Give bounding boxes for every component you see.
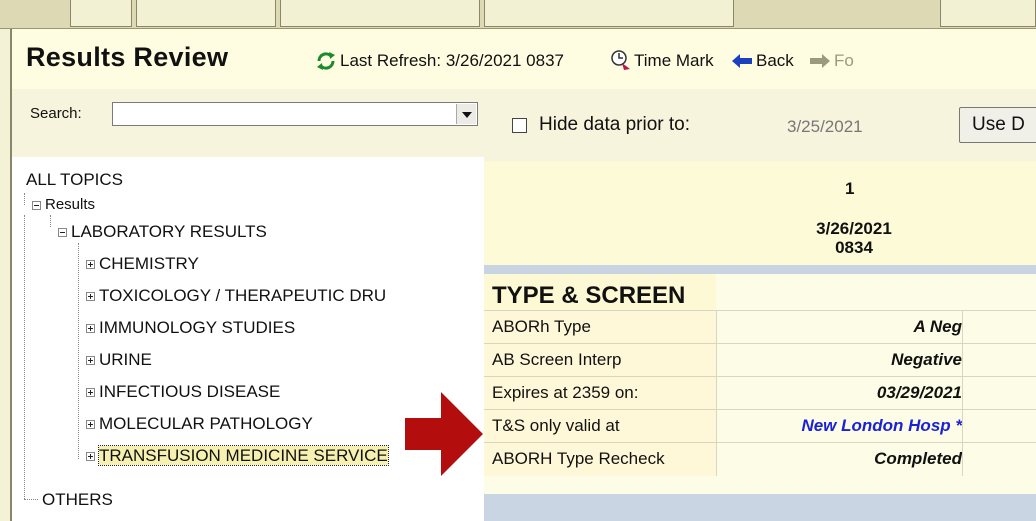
row-value[interactable]: Completed xyxy=(716,443,962,476)
row-label: ABORH Type Recheck xyxy=(484,443,716,476)
row-label: ABORh Type xyxy=(484,311,716,344)
tree-node-molecular-pathology[interactable]: MOLECULAR PATHOLOGY xyxy=(86,413,313,435)
collapse-icon[interactable] xyxy=(58,228,67,238)
header-divider xyxy=(484,265,1036,274)
tree-node-others[interactable]: OTHERS xyxy=(42,489,113,511)
column-time: 0834 xyxy=(835,238,873,257)
forward-arrow-icon[interactable] xyxy=(810,54,830,73)
expand-icon[interactable] xyxy=(86,420,95,430)
results-table: TYPE & SCREEN ABORh Type A Neg AB Screen… xyxy=(484,274,1036,509)
top-tab[interactable] xyxy=(940,0,1036,27)
tree-connector xyxy=(78,243,79,459)
table-row[interactable]: T&S only valid at New London Hosp * xyxy=(484,409,1036,443)
results-grid-pane: Hide data prior to: 3/25/2021 Use D 1 3/… xyxy=(484,89,1036,521)
hide-data-checkbox[interactable] xyxy=(512,118,527,133)
row-filler xyxy=(962,311,1036,344)
search-row: Search: xyxy=(12,89,486,157)
expand-icon[interactable] xyxy=(86,324,95,334)
tree-connector xyxy=(50,215,51,227)
filter-row: Hide data prior to: 3/25/2021 Use D xyxy=(484,89,1036,161)
row-value[interactable]: Negative xyxy=(716,344,962,377)
page-title: Results Review xyxy=(26,42,229,72)
search-dropdown-button[interactable] xyxy=(456,104,476,124)
tree-node-urine[interactable]: URINE xyxy=(86,349,152,371)
column-date: 3/26/2021 xyxy=(816,219,892,238)
section-title-filler xyxy=(716,274,1036,310)
collapse-icon[interactable] xyxy=(32,200,41,210)
row-filler xyxy=(962,410,1036,443)
tree-node-toxicology[interactable]: TOXICOLOGY / THERAPEUTIC DRU xyxy=(86,285,386,307)
tree-node-laboratory-results[interactable]: LABORATORY RESULTS xyxy=(58,221,267,243)
hide-data-date[interactable]: 3/25/2021 xyxy=(787,117,863,137)
refresh-icon[interactable] xyxy=(315,50,337,77)
expand-icon[interactable] xyxy=(86,292,95,302)
tree-connector xyxy=(24,215,25,499)
table-row[interactable]: Expires at 2359 on: 03/29/2021 xyxy=(484,376,1036,410)
row-value[interactable]: A Neg xyxy=(716,311,962,344)
tree-node-results[interactable]: Results xyxy=(32,194,95,216)
table-row[interactable]: AB Screen Interp Negative xyxy=(484,343,1036,377)
top-tab[interactable] xyxy=(484,0,734,27)
time-mark-icon[interactable] xyxy=(610,49,632,76)
expand-icon[interactable] xyxy=(86,260,95,270)
row-label: AB Screen Interp xyxy=(484,344,716,377)
tree-node-all-topics[interactable]: ALL TOPICS xyxy=(26,169,123,191)
section-title: TYPE & SCREEN xyxy=(484,274,716,310)
row-label: Expires at 2359 on: xyxy=(484,377,716,410)
top-tab-strip xyxy=(0,0,1036,29)
expand-icon[interactable] xyxy=(86,356,95,366)
grid-bottom-band xyxy=(484,494,1036,521)
last-refresh-button[interactable]: Last Refresh: 3/26/2021 0837 xyxy=(340,51,564,71)
tree-node-infectious-disease[interactable]: INFECTIOUS DISEASE xyxy=(86,381,280,403)
hide-data-label: Hide data prior to: xyxy=(539,114,691,135)
red-arrow-annotation xyxy=(405,392,483,481)
search-input[interactable] xyxy=(112,102,478,126)
row-filler xyxy=(962,344,1036,377)
row-value-link[interactable]: New London Hosp * xyxy=(716,410,962,443)
top-tab[interactable] xyxy=(136,0,276,27)
row-filler xyxy=(962,377,1036,410)
table-row[interactable]: ABORh Type A Neg xyxy=(484,310,1036,344)
expand-icon[interactable] xyxy=(86,388,95,398)
back-arrow-icon[interactable] xyxy=(732,54,752,73)
column-header: 1 3/26/2021 0834 xyxy=(484,161,1036,269)
column-datetime[interactable]: 3/26/2021 0834 xyxy=(814,219,894,257)
tree-connector xyxy=(24,193,25,205)
time-mark-button[interactable]: Time Mark xyxy=(634,51,714,71)
expand-icon[interactable] xyxy=(86,452,95,462)
row-value[interactable]: 03/29/2021 xyxy=(716,377,962,410)
row-filler xyxy=(962,443,1036,476)
search-label: Search: xyxy=(30,105,82,122)
results-review-toolbar: Results Review Last Refresh: 3/26/2021 0… xyxy=(10,29,1036,89)
tree-node-transfusion-medicine[interactable]: TRANSFUSION MEDICINE SERVICE xyxy=(86,445,389,467)
forward-button[interactable]: Fo xyxy=(834,51,854,71)
tree-connector xyxy=(24,499,38,500)
tree-node-chemistry[interactable]: CHEMISTRY xyxy=(86,253,199,275)
use-date-button[interactable]: Use D xyxy=(959,107,1036,143)
column-number: 1 xyxy=(845,179,855,198)
table-row[interactable]: ABORH Type Recheck Completed xyxy=(484,442,1036,476)
top-tab[interactable] xyxy=(280,0,480,27)
row-label: T&S only valid at xyxy=(484,410,716,443)
back-button[interactable]: Back xyxy=(756,51,794,71)
tree-node-immunology[interactable]: IMMUNOLOGY STUDIES xyxy=(86,317,295,339)
top-tab[interactable] xyxy=(70,0,132,27)
